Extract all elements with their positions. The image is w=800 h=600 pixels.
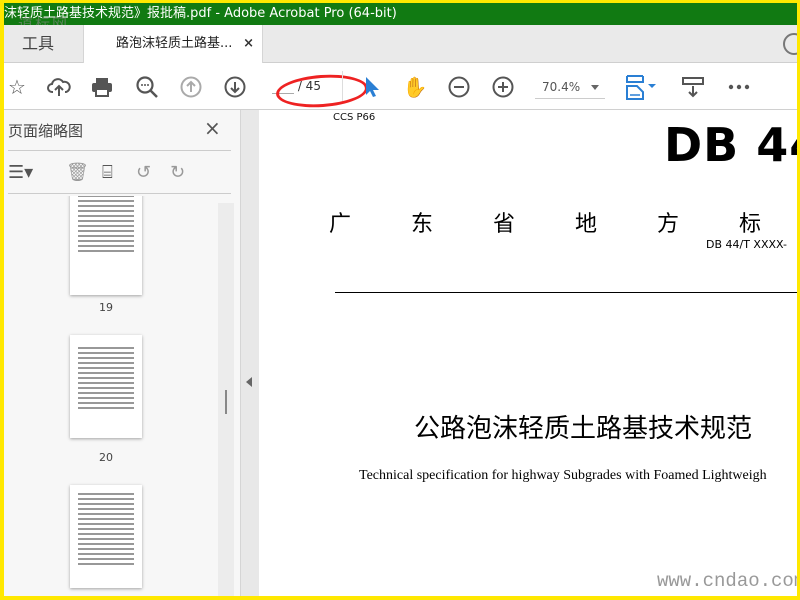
thumbnail-page-21[interactable] bbox=[70, 485, 142, 588]
fit-page-icon[interactable] bbox=[624, 75, 660, 100]
watermark: www.cndao.com bbox=[657, 570, 797, 592]
thumbnail-page-19[interactable] bbox=[70, 196, 142, 295]
cloud-upload-icon[interactable] bbox=[46, 75, 72, 99]
close-tab-icon[interactable]: × bbox=[243, 25, 254, 63]
heading-char: 广 bbox=[329, 212, 352, 237]
chevron-down-icon bbox=[591, 85, 599, 94]
heading-char: 地 bbox=[575, 212, 598, 237]
rotate-right-icon[interactable]: ↻ bbox=[170, 162, 185, 183]
thumbnail-label: 19 bbox=[99, 301, 113, 314]
divider bbox=[8, 193, 231, 194]
bookmark-star-icon[interactable]: ☆ bbox=[4, 75, 30, 99]
divider bbox=[8, 150, 231, 151]
read-mode-icon[interactable] bbox=[680, 75, 706, 99]
zoom-in-icon[interactable] bbox=[490, 75, 516, 99]
rotate-left-icon[interactable]: ↺ bbox=[136, 162, 151, 183]
panel-resize-handle[interactable] bbox=[225, 390, 227, 414]
tab-bar: 工具 路泡沫轻质土路基... × bbox=[4, 25, 797, 64]
tab-tools[interactable]: 工具 bbox=[4, 25, 84, 63]
standard-code: DB 44/T XXXX- bbox=[706, 238, 787, 251]
tab-document-label: 路泡沫轻质土路基... bbox=[116, 36, 233, 51]
province-standard-heading: 广东省地方标 bbox=[329, 206, 797, 238]
document-subtitle: Technical specification for highway Subg… bbox=[359, 468, 767, 483]
next-page-icon[interactable] bbox=[222, 75, 248, 99]
search-icon[interactable] bbox=[134, 75, 160, 99]
page-thumbnails-panel: 页面缩略图 × ☰▾ 🗑 ⌸ ↺ ↻ 19 20 21 bbox=[4, 110, 241, 596]
zoom-select[interactable]: 70.4% bbox=[535, 77, 605, 99]
select-cursor-icon[interactable] bbox=[359, 75, 385, 99]
heading-char: 标 bbox=[739, 212, 762, 237]
collapse-panel-strip[interactable] bbox=[241, 110, 259, 596]
zoom-out-icon[interactable] bbox=[446, 75, 472, 99]
print-icon[interactable] bbox=[89, 75, 115, 99]
acrobat-window: 沫轻质土路基技术规范》报批稿.pdf - Adobe Acrobat Pro (… bbox=[4, 3, 797, 596]
horizontal-rule bbox=[335, 292, 797, 293]
heading-char: 省 bbox=[493, 212, 516, 237]
tab-document[interactable]: 路泡沫轻质土路基... × bbox=[83, 25, 263, 64]
zoom-value: 70.4% bbox=[542, 80, 581, 94]
more-options-icon[interactable] bbox=[726, 75, 752, 99]
document-page: CCS P66 DB 44 广 东 省 地 方 标 DB 44/T XXXX- 公路泡沫轻… bbox=[259, 110, 797, 596]
insert-page-icon[interactable]: ⌸ bbox=[102, 162, 113, 183]
thumbnail-scrollbar[interactable] bbox=[218, 203, 234, 596]
heading-char: 方 bbox=[657, 212, 680, 237]
delete-icon[interactable]: 🗑 bbox=[66, 162, 89, 183]
document-title: 公路泡沫轻质土路基技术规范 bbox=[414, 414, 753, 444]
thumbnail-options-icon[interactable]: ☰▾ bbox=[8, 162, 33, 183]
collapse-arrow-icon[interactable] bbox=[246, 377, 252, 387]
thumbnail-label: 20 bbox=[99, 451, 113, 464]
help-icon[interactable] bbox=[783, 33, 797, 55]
panel-title: 页面缩略图 bbox=[8, 122, 84, 140]
thumbnail-page-20[interactable] bbox=[70, 335, 142, 438]
ccs-code: CCS P66 bbox=[333, 112, 376, 123]
divider bbox=[342, 71, 343, 101]
thumbnail-list: 19 20 21 bbox=[4, 196, 218, 596]
toolbar: ☆ / 45 ✋ 70.4% bbox=[4, 63, 797, 111]
heading-char: 东 bbox=[411, 212, 434, 237]
previous-page-icon[interactable] bbox=[178, 75, 204, 99]
db-standard-label: DB 44 bbox=[664, 118, 797, 172]
hand-tool-icon[interactable]: ✋ bbox=[402, 75, 428, 99]
title-bar: 沫轻质土路基技术规范》报批稿.pdf - Adobe Acrobat Pro (… bbox=[4, 3, 797, 25]
close-panel-icon[interactable]: × bbox=[204, 116, 221, 140]
